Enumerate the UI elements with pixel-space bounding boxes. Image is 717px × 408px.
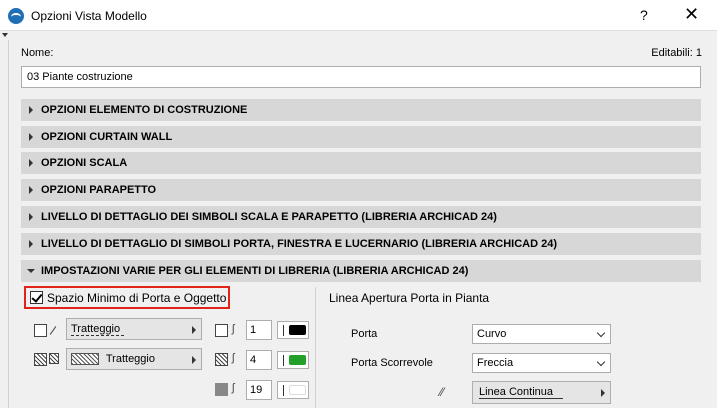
section-library-settings[interactable]: IMPOSTAZIONI VARIE PER GLI ELEMENTI DI L… bbox=[21, 260, 701, 282]
collapse-arrow-icon[interactable] bbox=[2, 33, 8, 37]
section-label: OPZIONI PARAPETTO bbox=[41, 184, 157, 196]
section-label: OPZIONI CURTAIN WALL bbox=[41, 131, 173, 143]
porta-label: Porta bbox=[351, 328, 378, 340]
line-icon bbox=[49, 326, 57, 335]
section-element-options[interactable]: OPZIONI ELEMENTO DI COSTRUZIONE bbox=[21, 99, 701, 121]
pen-icon: ʃ bbox=[232, 352, 235, 364]
section-stair-railing-detail[interactable]: LIVELLO DI DETTAGLIO DEI SIMBOLI SCALA E… bbox=[21, 206, 701, 228]
fill-pen-color-swatch[interactable] bbox=[277, 351, 309, 369]
editable-count: Editabili: 1 bbox=[651, 47, 702, 59]
chevron-right-icon bbox=[29, 240, 33, 248]
chevron-right-icon bbox=[192, 356, 196, 364]
chevron-right-icon bbox=[29, 133, 33, 141]
chevron-right-icon bbox=[29, 106, 33, 114]
section-label: OPZIONI SCALA bbox=[41, 157, 128, 169]
min-space-label: Spazio Minimo di Porta e Oggetto bbox=[47, 291, 227, 305]
fill-type-value: Tratteggio bbox=[105, 353, 155, 365]
opening-line-dropdown[interactable]: Linea Continua bbox=[472, 381, 611, 404]
section-stair[interactable]: OPZIONI SCALA bbox=[21, 152, 701, 174]
door-opening-title: Linea Apertura Porta in Pianta bbox=[329, 291, 490, 305]
fill-hatch-icon bbox=[34, 353, 47, 366]
chevron-right-icon bbox=[601, 389, 605, 397]
sliding-door-value: Freccia bbox=[477, 357, 514, 369]
section-curtain-wall[interactable]: OPZIONI CURTAIN WALL bbox=[21, 126, 701, 148]
archicad-logo-icon bbox=[8, 8, 24, 24]
fill-pen-icon bbox=[215, 353, 228, 366]
sliding-door-label: Porta Scorrevole bbox=[351, 357, 433, 369]
chevron-down-icon bbox=[596, 328, 606, 338]
fill-pen-number-input[interactable]: 4 bbox=[246, 350, 272, 370]
fill-hatch-small-icon bbox=[49, 353, 59, 364]
chevron-right-icon bbox=[29, 159, 33, 167]
nome-input[interactable] bbox=[21, 66, 701, 88]
section-label: LIVELLO DI DETTAGLIO DEI SIMBOLI SCALA E… bbox=[41, 211, 497, 223]
line-type-dropdown[interactable]: Tratteggio bbox=[66, 318, 202, 340]
hatch-pattern-icon bbox=[71, 353, 99, 366]
opening-line-value: Linea Continua bbox=[479, 386, 564, 399]
min-space-checkbox[interactable] bbox=[30, 291, 43, 304]
pen-icon: ʃ bbox=[232, 382, 235, 394]
section-label: LIVELLO DI DETTAGLIO DI SIMBOLI PORTA, F… bbox=[41, 238, 557, 250]
section-door-window-detail[interactable]: LIVELLO DI DETTAGLIO DI SIMBOLI PORTA, F… bbox=[21, 233, 701, 255]
help-button[interactable]: ? bbox=[640, 7, 648, 23]
section-label: IMPOSTAZIONI VARIE PER GLI ELEMENTI DI L… bbox=[41, 265, 469, 277]
chevron-down-icon bbox=[27, 269, 35, 273]
chevron-right-icon bbox=[29, 213, 33, 221]
porta-value: Curvo bbox=[477, 328, 507, 340]
panel-divider bbox=[315, 287, 316, 408]
divider bbox=[8, 40, 9, 408]
window-title: Opzioni Vista Modello bbox=[31, 9, 147, 23]
background-pen-color-swatch[interactable] bbox=[277, 381, 309, 399]
background-pen-icon bbox=[215, 383, 228, 396]
background-pen-number-input[interactable]: 19 bbox=[246, 380, 272, 400]
fill-type-dropdown[interactable]: Tratteggio bbox=[66, 348, 202, 370]
chevron-down-icon bbox=[596, 357, 606, 367]
line-type-value: Tratteggio bbox=[71, 323, 125, 336]
section-label: OPZIONI ELEMENTO DI COSTRUZIONE bbox=[41, 104, 248, 116]
title-bar: Opzioni Vista Modello ? ✕ bbox=[0, 0, 717, 31]
porta-select[interactable]: Curvo bbox=[472, 324, 611, 344]
chevron-right-icon bbox=[29, 186, 33, 194]
line-type-icon: ⁄⁄ bbox=[440, 385, 445, 399]
pen-icon: ʃ bbox=[232, 323, 235, 335]
close-button[interactable]: ✕ bbox=[684, 4, 699, 25]
section-railing[interactable]: OPZIONI PARAPETTO bbox=[21, 179, 701, 201]
fill-empty-icon bbox=[34, 324, 47, 337]
nome-label: Nome: bbox=[21, 47, 54, 59]
sliding-door-select[interactable]: Freccia bbox=[472, 353, 611, 373]
chevron-right-icon bbox=[192, 326, 196, 334]
pen-number-input[interactable]: 1 bbox=[246, 320, 272, 340]
pen-box-icon bbox=[215, 324, 228, 337]
pen-color-swatch[interactable] bbox=[277, 321, 309, 339]
